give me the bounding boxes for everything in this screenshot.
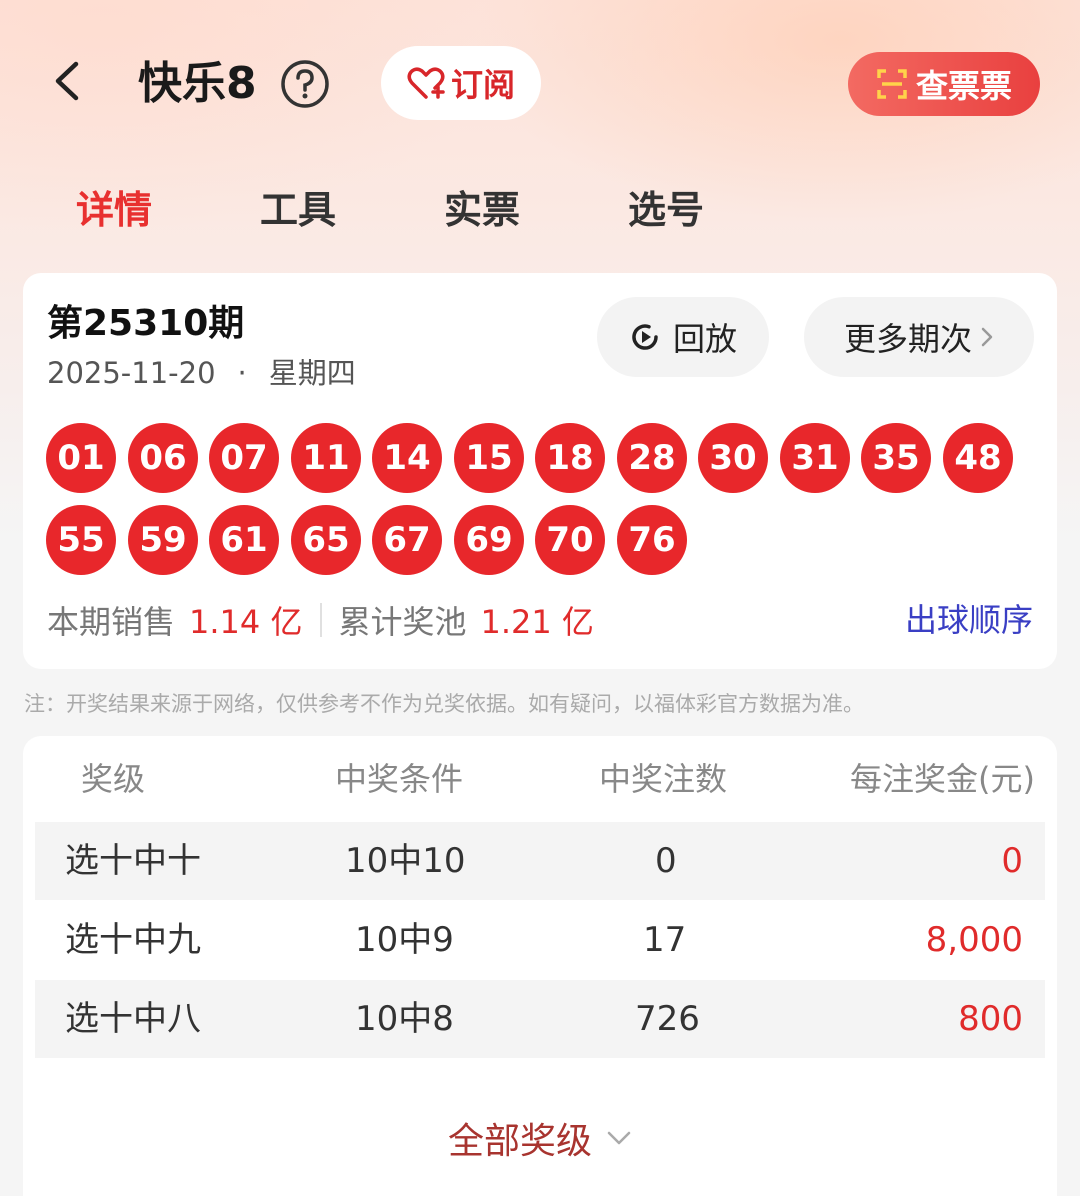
prize-count: 17: [643, 920, 687, 960]
tab-bar: 详情 工具 实票 选号: [0, 182, 1080, 242]
number-ball: 06: [128, 423, 198, 493]
help-icon[interactable]: [280, 59, 330, 109]
disclaimer-note: 注：开奖结果来源于网络，仅供参考不作为兑奖依据。如有疑问，以福体彩官方数据为准。: [24, 692, 864, 716]
heart-plus-icon: [407, 67, 445, 99]
number-ball: 61: [209, 505, 279, 575]
subscribe-label: 订阅: [450, 66, 515, 104]
scan-icon: [877, 69, 907, 99]
replay-button[interactable]: 回放: [597, 297, 769, 377]
pool-label: 累计奖池: [338, 603, 467, 641]
prize-level: 选十中十: [65, 841, 201, 881]
prize-amount: 800: [958, 999, 1023, 1039]
page-title: 快乐8: [138, 58, 257, 109]
replay-label: 回放: [672, 320, 737, 358]
replay-icon: [632, 324, 658, 350]
number-ball: 14: [372, 423, 442, 493]
pool-value: 1.21 亿: [480, 603, 594, 641]
number-ball: 76: [617, 505, 687, 575]
draw-date-row: 2025-11-20 · 星期四: [47, 353, 356, 393]
check-ticket-button[interactable]: 查票票: [848, 52, 1040, 116]
all-levels-button[interactable]: 全部奖级: [23, 1108, 1057, 1168]
chevron-right-icon: [981, 327, 993, 347]
prize-condition: 10中8: [355, 999, 454, 1039]
prize-condition: 10中10: [345, 841, 466, 881]
number-ball: 69: [454, 505, 524, 575]
more-issues-button[interactable]: 更多期次: [804, 297, 1034, 377]
prize-amount: 8,000: [925, 920, 1023, 960]
number-ball: 18: [535, 423, 605, 493]
prize-count: 0: [655, 841, 677, 881]
subscribe-button[interactable]: 订阅: [381, 46, 541, 120]
number-ball: 59: [128, 505, 198, 575]
number-ball: 01: [46, 423, 116, 493]
prize-row: 选十中八 10中8 726 800: [35, 980, 1045, 1058]
prize-table-card: 奖级 中奖条件 中奖注数 每注奖金(元) 选十中十 10中10 0 0 选十中九…: [23, 736, 1057, 1196]
check-ticket-label: 查票票: [915, 67, 1012, 105]
sales-stats: 本期销售 1.14 亿 累计奖池 1.21 亿 出球顺序: [47, 597, 1033, 643]
tab-pick-numbers[interactable]: 选号: [628, 182, 704, 238]
number-ball: 55: [46, 505, 116, 575]
number-ball: 35: [861, 423, 931, 493]
prize-condition: 10中9: [355, 920, 454, 960]
prize-level: 选十中八: [65, 999, 201, 1039]
sales-value: 1.14 亿: [189, 603, 303, 641]
app-header: 快乐8 订阅 查票票: [0, 44, 1080, 122]
stats-divider: [320, 603, 323, 637]
prize-table-header: 奖级 中奖条件 中奖注数 每注奖金(元): [23, 754, 1057, 804]
chevron-down-icon: [607, 1131, 631, 1145]
sales-label: 本期销售: [47, 603, 176, 641]
prize-count: 726: [635, 999, 700, 1039]
number-ball: 30: [698, 423, 768, 493]
number-ball: 70: [535, 505, 605, 575]
draw-weekday: 星期四: [268, 356, 356, 390]
draw-order-link[interactable]: 出球顺序: [905, 597, 1033, 643]
number-ball: 48: [943, 423, 1013, 493]
draw-date: 2025-11-20: [47, 356, 216, 390]
prize-level: 选十中九: [65, 920, 201, 960]
tab-real-tickets[interactable]: 实票: [444, 182, 520, 238]
prize-row: 选十中十 10中10 0 0: [35, 822, 1045, 900]
header-amount: 每注奖金(元): [850, 760, 1035, 798]
draw-result-card: 第25310期 2025-11-20 · 星期四 回放 更多期次 01 06 07 1…: [23, 273, 1057, 669]
tab-tools[interactable]: 工具: [260, 182, 336, 238]
number-ball: 07: [209, 423, 279, 493]
number-ball: 28: [617, 423, 687, 493]
tab-details[interactable]: 详情: [76, 182, 152, 238]
issue-number: 第25310期: [47, 303, 245, 344]
chevron-left-icon: [55, 61, 79, 101]
back-button[interactable]: [48, 56, 88, 106]
number-ball: 67: [372, 505, 442, 575]
header-level: 奖级: [81, 760, 146, 798]
date-separator: ·: [237, 356, 247, 390]
number-ball: 31: [780, 423, 850, 493]
prize-row: 选十中九 10中9 17 8,000: [35, 901, 1045, 979]
winning-numbers: 01 06 07 11 14 15 18 28 30 31 35 48 55 59 61 65 67 69 70 76: [46, 423, 1046, 583]
number-ball: 65: [291, 505, 361, 575]
prize-amount: 0: [1001, 841, 1023, 881]
header-condition: 中奖条件: [335, 760, 464, 798]
header-count: 中奖注数: [599, 760, 728, 798]
number-ball: 15: [454, 423, 524, 493]
number-ball: 11: [291, 423, 361, 493]
more-issues-label: 更多期次: [843, 320, 972, 358]
all-levels-label: 全部奖级: [447, 1121, 592, 1162]
